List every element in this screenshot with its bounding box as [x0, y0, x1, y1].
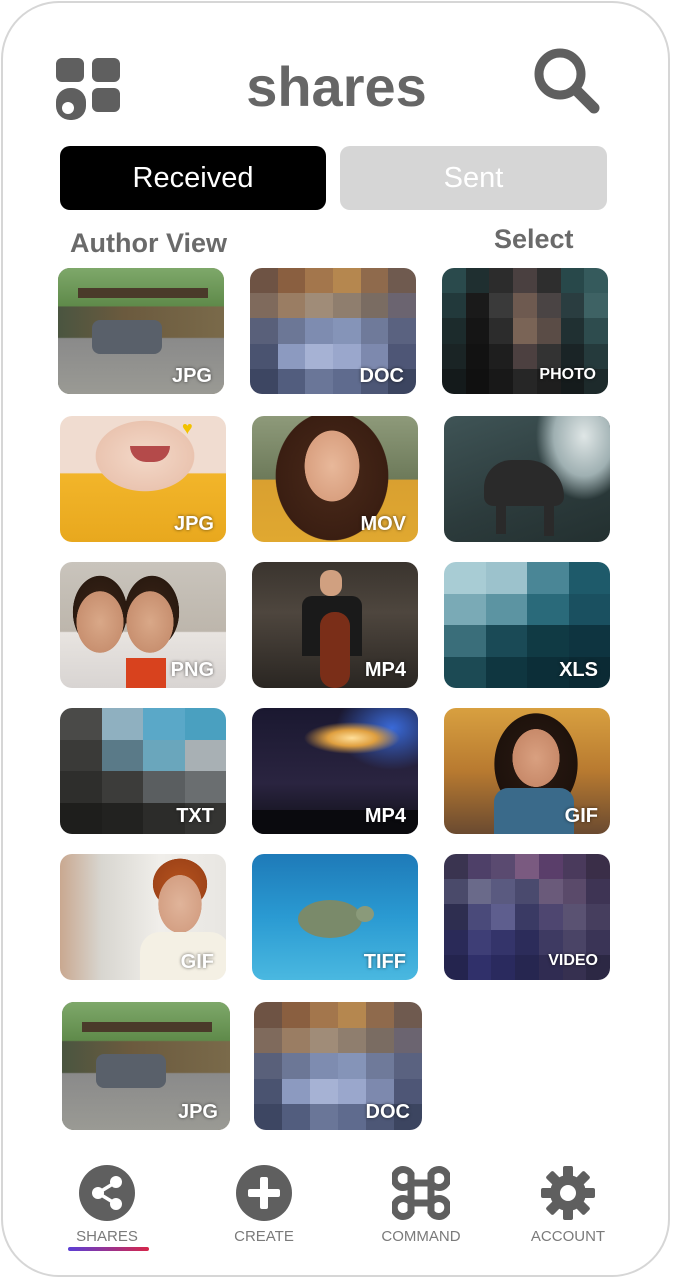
tab-received[interactable]: Received [60, 146, 326, 210]
file-tile[interactable]: VIDEO [444, 854, 610, 980]
file-type-label: PNG [170, 659, 214, 681]
nav-account-label: ACCOUNT [530, 1228, 606, 1245]
nav-account[interactable]: ACCOUNT [503, 1164, 633, 1245]
file-tile[interactable]: DOC [250, 268, 416, 394]
file-tile[interactable]: JPG [58, 268, 224, 394]
nav-command-label: COMMAND [381, 1228, 461, 1245]
file-tile[interactable]: PHOTO [442, 268, 608, 394]
command-icon [392, 1166, 450, 1220]
file-type-label: PHOTO [539, 366, 596, 383]
file-tile[interactable]: TIFF [252, 854, 418, 980]
share-icon [79, 1165, 135, 1221]
file-tile[interactable] [444, 416, 610, 542]
file-type-label: GIF [564, 805, 598, 827]
file-tile[interactable]: MP4 [252, 562, 418, 688]
plus-icon [236, 1165, 292, 1221]
file-type-label: TXT [176, 805, 214, 827]
file-tile[interactable]: MP4 [252, 708, 418, 834]
file-type-label: JPG [173, 513, 214, 535]
file-tile[interactable]: DOC [254, 1002, 422, 1130]
search-icon[interactable] [532, 46, 600, 114]
file-tile[interactable]: TXT [60, 708, 226, 834]
select-button[interactable]: Select [494, 224, 574, 255]
tab-sent[interactable]: Sent [340, 146, 607, 210]
nav-create[interactable]: CREATE [199, 1164, 329, 1245]
file-type-label: TIFF [363, 951, 406, 973]
file-type-label: JPG [171, 365, 212, 387]
file-tile[interactable]: PNG [60, 562, 226, 688]
file-type-label: MP4 [364, 659, 406, 681]
file-type-label: JPG [177, 1101, 218, 1123]
file-tile[interactable]: XLS [444, 562, 610, 688]
file-type-label: GIF [180, 951, 214, 973]
nav-create-label: CREATE [234, 1228, 294, 1245]
file-type-label: XLS [559, 659, 598, 681]
file-tile[interactable]: GIF [60, 854, 226, 980]
file-tile[interactable]: ♥ JPG [60, 416, 226, 542]
author-view-toggle[interactable]: Author View [70, 228, 227, 259]
nav-shares-label: SHARES [76, 1228, 138, 1245]
file-type-label: MOV [360, 513, 406, 535]
file-type-label: DOC [365, 1101, 410, 1123]
file-tile[interactable]: JPG [62, 1002, 230, 1130]
active-tab-indicator [68, 1247, 149, 1251]
file-type-label: MP4 [364, 805, 406, 827]
nav-shares[interactable]: SHARES [42, 1164, 172, 1245]
nav-command[interactable]: COMMAND [356, 1164, 486, 1245]
file-tile[interactable]: GIF [444, 708, 610, 834]
file-tile[interactable]: MOV [252, 416, 418, 542]
gear-icon [541, 1166, 595, 1220]
file-type-label: VIDEO [548, 952, 598, 969]
file-type-label: DOC [359, 365, 404, 387]
